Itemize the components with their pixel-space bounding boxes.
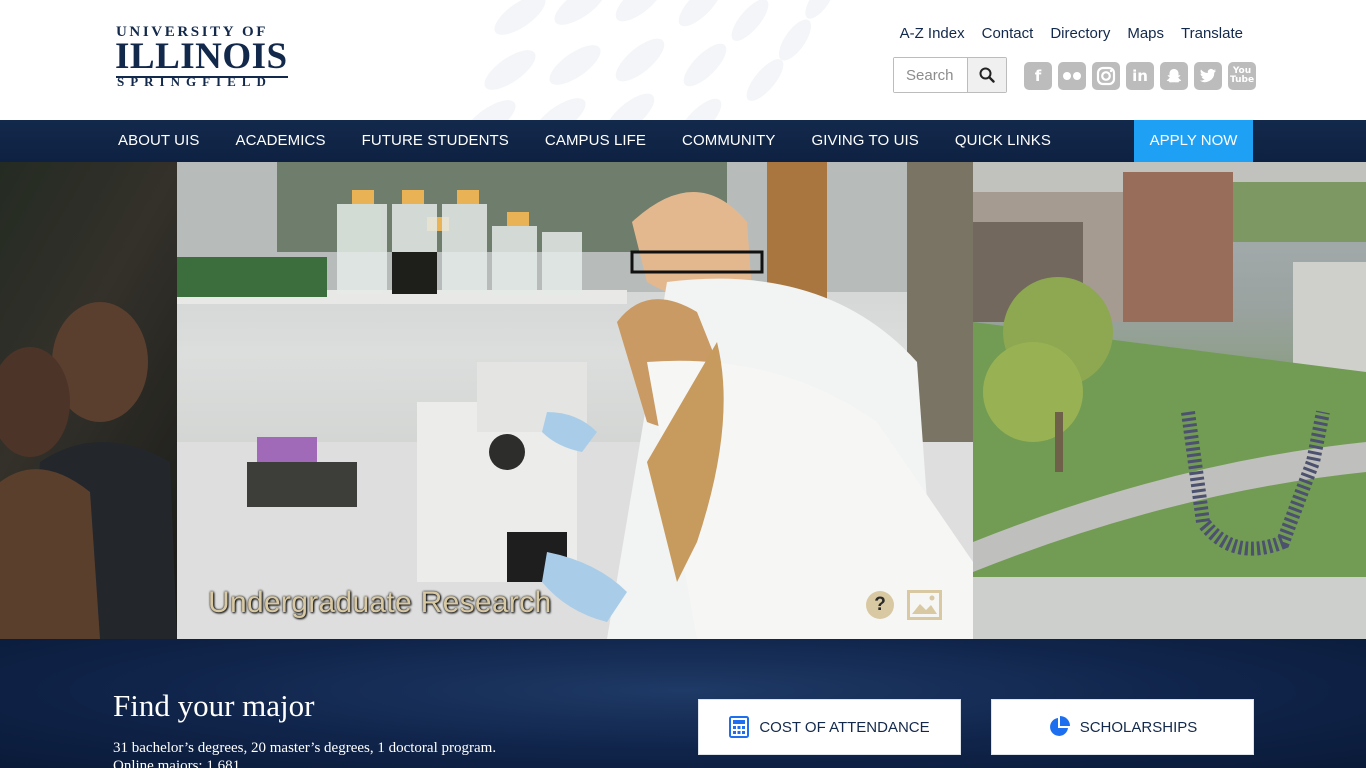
logo-line-illinois: ILLINOIS <box>115 36 288 77</box>
degrees-summary: 31 bachelor’s degrees, 20 master’s degre… <box>113 740 497 756</box>
lab-scene <box>177 162 973 639</box>
cost-of-attendance-label: COST OF ATTENDANCE <box>759 718 930 736</box>
hero-photo-lab-microscope[interactable] <box>177 162 973 639</box>
search-input[interactable] <box>894 58 967 92</box>
youtube-icon[interactable]: You Tube <box>1228 62 1256 90</box>
nav-future-students[interactable]: FUTURE STUDENTS <box>344 120 527 162</box>
uis-logo[interactable]: UNIVERSITY OF ILLINOIS SPRINGFIELD <box>115 24 292 90</box>
nav-about-uis[interactable]: ABOUT UIS <box>100 120 217 162</box>
image-icon[interactable] <box>907 590 942 620</box>
link-maps[interactable]: Maps <box>1127 25 1164 42</box>
cost-of-attendance-button[interactable]: COST OF ATTENDANCE <box>698 699 961 755</box>
hero-photo-campus-aerial[interactable] <box>973 162 1366 639</box>
calculator-icon <box>729 716 750 738</box>
nav-community[interactable]: COMMUNITY <box>664 120 793 162</box>
flickr-icon[interactable] <box>1058 62 1086 90</box>
find-major-description: 31 bachelor’s degrees, 20 master’s degre… <box>113 739 496 768</box>
help-icon[interactable]: ? <box>866 591 894 619</box>
hero-photo-students-at-night[interactable] <box>0 162 177 639</box>
decorative-leaves-pattern <box>464 0 835 120</box>
main-navigation: ABOUT UIS ACADEMICS FUTURE STUDENTS CAMP… <box>0 120 1366 162</box>
logo-rule <box>116 76 288 78</box>
social-icons: f in You Tube <box>1024 62 1256 90</box>
apply-now-button[interactable]: APPLY NOW <box>1134 120 1253 162</box>
find-major-heading: Find your major <box>113 688 315 723</box>
nav-academics[interactable]: ACADEMICS <box>217 120 343 162</box>
campus-aerial-scene <box>973 162 1366 639</box>
find-major-section: Find your major 31 bachelor’s degrees, 2… <box>0 639 1366 768</box>
scholarships-label: SCHOLARSHIPS <box>1079 718 1198 736</box>
search-box <box>893 57 1007 93</box>
linkedin-icon[interactable]: in <box>1126 62 1154 90</box>
link-directory[interactable]: Directory <box>1050 25 1110 42</box>
link-translate[interactable]: Translate <box>1181 25 1243 42</box>
pie-chart-icon <box>1049 716 1070 736</box>
utility-links: A-Z Index Contact Directory Maps Transla… <box>900 25 1243 42</box>
instagram-icon[interactable] <box>1092 62 1120 90</box>
students-silhouette <box>0 302 177 639</box>
link-contact[interactable]: Contact <box>982 25 1034 42</box>
online-majors-summary: Online majors: 1,681 <box>113 758 241 768</box>
scholarships-button[interactable]: SCHOLARSHIPS <box>991 699 1254 755</box>
hero-slideshow: Undergraduate Research ? <box>0 162 1366 639</box>
site-header: UNIVERSITY OF ILLINOIS SPRINGFIELD A-Z I… <box>0 0 1366 120</box>
search-button[interactable] <box>967 58 1006 92</box>
nav-quick-links[interactable]: QUICK LINKS <box>937 120 1069 162</box>
nav-giving-to-uis[interactable]: GIVING TO UIS <box>793 120 936 162</box>
search-icon <box>979 67 995 83</box>
snapchat-icon[interactable] <box>1160 62 1188 90</box>
nav-campus-life[interactable]: CAMPUS LIFE <box>527 120 664 162</box>
link-a-z-index[interactable]: A-Z Index <box>900 25 965 42</box>
hero-caption: Undergraduate Research <box>208 586 552 619</box>
facebook-icon[interactable]: f <box>1024 62 1052 90</box>
twitter-icon[interactable] <box>1194 62 1222 90</box>
